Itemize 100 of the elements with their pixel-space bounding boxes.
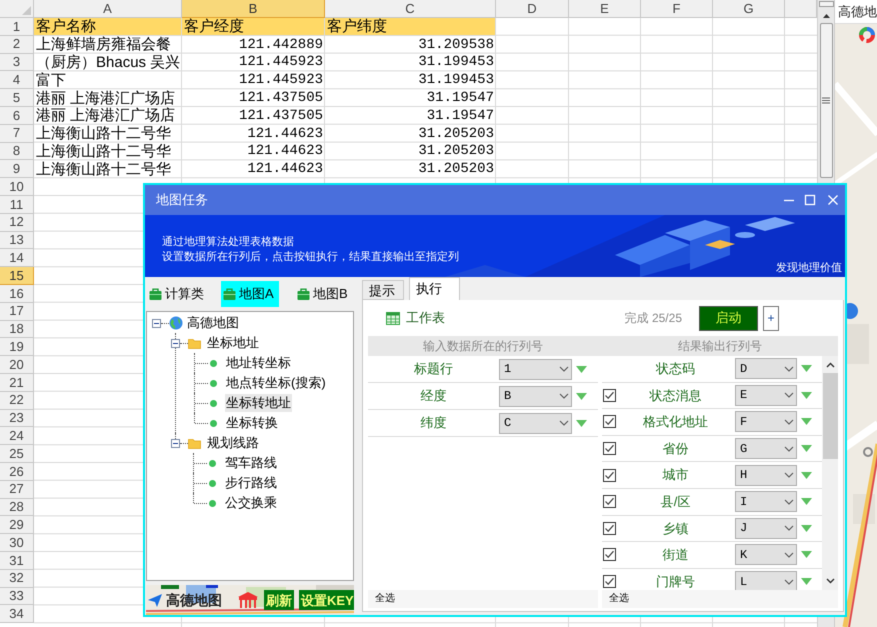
add-button[interactable]: + xyxy=(763,306,779,330)
collapse-icon[interactable] xyxy=(171,338,180,348)
dropdown[interactable]: C xyxy=(499,412,572,434)
row-header[interactable]: 30 xyxy=(0,534,34,552)
row-header[interactable]: 32 xyxy=(0,570,34,588)
column-header[interactable]: F xyxy=(641,0,713,18)
tree-item[interactable]: 高德地图 xyxy=(186,314,240,332)
row-header[interactable]: 3 xyxy=(0,54,34,72)
tab[interactable]: 执行 xyxy=(409,277,460,300)
scroll-down-icon[interactable] xyxy=(826,578,834,584)
row-header[interactable]: 31 xyxy=(0,552,34,570)
checkbox[interactable] xyxy=(603,548,616,562)
tab[interactable]: 提示 xyxy=(362,280,404,300)
row-header[interactable]: 5 xyxy=(0,89,34,107)
row-header[interactable]: 22 xyxy=(0,392,34,410)
globe-icon xyxy=(169,316,183,330)
row-header[interactable]: 29 xyxy=(0,516,34,534)
dropdown[interactable]: J xyxy=(735,518,797,539)
collapse-icon[interactable] xyxy=(171,438,180,448)
row-header[interactable]: 24 xyxy=(0,427,34,446)
tree-item[interactable]: 规划线路 xyxy=(206,434,260,452)
dot-icon xyxy=(210,420,217,426)
column-header[interactable]: C xyxy=(325,0,496,18)
row-header[interactable]: 33 xyxy=(0,588,34,606)
dropdown[interactable]: K xyxy=(735,544,797,566)
row-header[interactable]: 20 xyxy=(0,356,34,374)
dropdown[interactable]: B xyxy=(499,386,572,406)
tree-item[interactable]: 坐标转地址 xyxy=(225,394,292,412)
sheet-label: 工作表 xyxy=(406,309,445,328)
field-label: 状态消息 xyxy=(650,386,702,405)
row-header[interactable]: 15 xyxy=(0,267,34,285)
column-header[interactable]: A xyxy=(34,0,182,18)
start-button[interactable]: 启动 xyxy=(699,306,758,330)
dot-icon xyxy=(209,480,216,486)
checkbox[interactable] xyxy=(603,442,616,456)
row-header[interactable]: 8 xyxy=(0,142,34,160)
dropdown[interactable]: 1 xyxy=(499,358,572,380)
row-header[interactable]: 21 xyxy=(0,374,34,392)
folder-icon xyxy=(188,437,201,449)
dropdown[interactable]: E xyxy=(735,384,797,406)
tree-item[interactable]: 坐标地址 xyxy=(206,334,260,352)
column-header[interactable]: B xyxy=(182,0,325,18)
category-tab[interactable]: 地图A xyxy=(221,281,279,307)
row-header[interactable]: 26 xyxy=(0,462,34,481)
row-header[interactable]: 4 xyxy=(0,71,34,90)
select-all-button[interactable]: 全选 xyxy=(609,594,629,604)
row-header[interactable]: 34 xyxy=(0,605,34,624)
row-header[interactable]: 19 xyxy=(0,338,34,356)
row-header[interactable]: 7 xyxy=(0,124,34,143)
row-header[interactable]: 16 xyxy=(0,284,34,303)
row-header[interactable]: 13 xyxy=(0,232,34,250)
row-header[interactable]: 12 xyxy=(0,214,34,232)
maximize-icon[interactable] xyxy=(804,194,816,206)
checkbox[interactable] xyxy=(603,495,616,508)
row-header[interactable]: 25 xyxy=(0,445,34,463)
row-header[interactable]: 9 xyxy=(0,160,34,178)
dropdown[interactable]: F xyxy=(735,411,797,432)
dropdown[interactable]: L xyxy=(735,571,797,590)
dropdown[interactable]: H xyxy=(735,464,797,486)
row-header[interactable]: 6 xyxy=(0,106,34,125)
table-cell: 31.199453 xyxy=(418,55,494,70)
row-header[interactable]: 17 xyxy=(0,302,34,321)
scrollbar-thumb[interactable] xyxy=(822,373,838,459)
checkbox[interactable] xyxy=(603,522,616,535)
select-all-corner-icon xyxy=(22,6,31,15)
row-header[interactable]: 23 xyxy=(0,410,34,428)
column-header[interactable]: E xyxy=(569,0,641,18)
column-header[interactable]: G xyxy=(713,0,785,18)
tree-item[interactable]: 公交换乘 xyxy=(224,494,278,512)
checkbox[interactable] xyxy=(603,415,616,428)
column-header[interactable]: D xyxy=(496,0,569,18)
collapse-icon[interactable] xyxy=(152,318,161,328)
tree-item[interactable]: 坐标转换 xyxy=(225,414,279,432)
category-tab[interactable]: 计算类 xyxy=(147,281,205,307)
row-header[interactable]: 2 xyxy=(0,36,34,54)
checkbox[interactable] xyxy=(603,468,616,482)
checkbox[interactable] xyxy=(603,388,616,402)
row-header[interactable]: 14 xyxy=(0,249,34,268)
tree-item[interactable]: 步行路线 xyxy=(224,474,278,492)
tree-item[interactable]: 驾车路线 xyxy=(224,454,278,472)
category-tab[interactable]: 地图B xyxy=(295,281,353,307)
split-handle[interactable] xyxy=(818,1,834,7)
table-cell: 31.209538 xyxy=(418,38,494,52)
row-header[interactable]: 28 xyxy=(0,498,34,516)
select-all-button[interactable]: 全选 xyxy=(375,594,395,604)
dropdown[interactable]: D xyxy=(735,358,797,380)
scrollbar-thumb[interactable] xyxy=(820,23,832,178)
dropdown[interactable]: G xyxy=(735,438,797,460)
refresh-button[interactable]: 刷新 xyxy=(264,590,294,610)
checkbox[interactable] xyxy=(603,575,616,588)
dropdown[interactable]: I xyxy=(735,491,797,512)
row-header[interactable]: 10 xyxy=(0,178,34,196)
tree-item[interactable]: 地点转坐标(搜索) xyxy=(225,374,327,392)
row-header[interactable]: 27 xyxy=(0,480,34,499)
set-key-button[interactable]: 设置KEY xyxy=(299,590,354,610)
tree-item[interactable]: 地址转坐标 xyxy=(225,354,292,372)
row-header[interactable]: 1 xyxy=(0,18,34,36)
row-header[interactable]: 11 xyxy=(0,196,34,214)
scroll-up-icon[interactable] xyxy=(826,362,834,368)
row-header[interactable]: 18 xyxy=(0,320,34,338)
